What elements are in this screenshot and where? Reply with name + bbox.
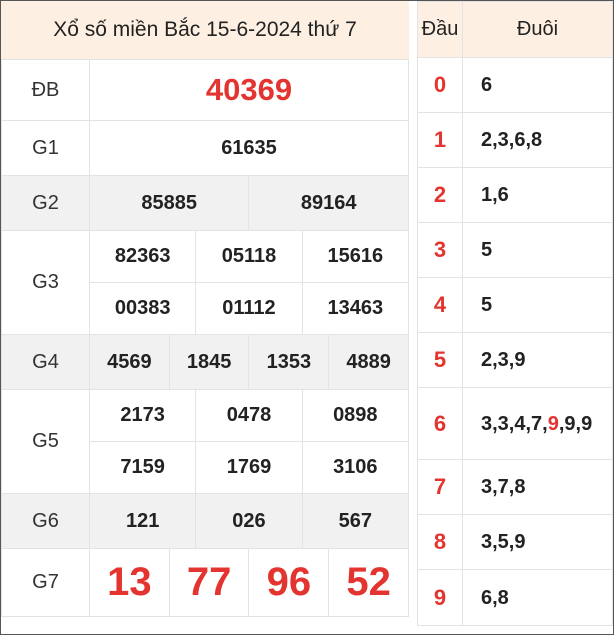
duoi-list: 2,3,9 <box>462 332 613 388</box>
prize-label: G6 <box>1 493 90 549</box>
prize-number: 1769 <box>195 441 303 494</box>
prize-number: 85885 <box>88 175 250 231</box>
dau-digit: 6 <box>417 387 463 460</box>
dau-digit: 3 <box>417 222 463 278</box>
loto-row: 4 5 <box>417 277 613 333</box>
prize-number: 567 <box>301 493 410 549</box>
prize-label: G1 <box>1 120 90 176</box>
duoi-list: 6,8 <box>462 569 613 626</box>
prize-number: 01112 <box>195 282 303 335</box>
duoi-list: 1,6 <box>462 167 613 223</box>
loto-row: 3 5 <box>417 222 613 278</box>
prize-number: 52 <box>328 548 409 617</box>
prize-number: 13463 <box>301 282 410 335</box>
prize-table: ĐB 40369 G1 61635 G2 85885 89164 G3 8236… <box>1 59 410 617</box>
duoi-list: 2,3,6,8 <box>462 112 613 168</box>
prize-label: G3 <box>1 230 90 335</box>
loto-row: 0 6 <box>417 57 613 113</box>
prize-number: 4889 <box>328 334 409 390</box>
dau-digit: 7 <box>417 459 463 515</box>
prize-row-g3: G3 82363 05118 15616 <box>1 230 410 335</box>
prize-label: G4 <box>1 334 90 390</box>
prize-number: 1353 <box>248 334 330 390</box>
duoi-list: 3,3,4,7,9,9,9 <box>462 387 613 460</box>
loto-row: 5 2,3,9 <box>417 332 613 388</box>
dau-digit: 8 <box>417 514 463 570</box>
prize-number: 4569 <box>89 334 170 390</box>
prize-number-special: 40369 <box>89 59 409 121</box>
duoi-list: 6 <box>462 57 613 113</box>
duoi-list: 5 <box>462 277 613 333</box>
prize-number: 89164 <box>248 175 409 231</box>
prize-row-g5: G5 2173 0478 0898 <box>1 389 410 494</box>
prize-row-g6: G6 121 026 567 <box>1 493 410 549</box>
page-title: Xổ số miền Bắc 15-6-2024 thứ 7 <box>1 1 409 59</box>
loto-header-row: Đầu Đuôi <box>417 1 613 58</box>
prize-number: 3106 <box>301 441 410 494</box>
prize-number: 05118 <box>195 230 303 283</box>
prize-number: 026 <box>195 493 303 549</box>
prize-label: G5 <box>1 389 90 494</box>
prize-number: 13 <box>89 548 170 617</box>
duoi-part: 9 <box>581 412 593 435</box>
prize-row-g1: G1 61635 <box>1 120 409 176</box>
loto-row: 8 3,5,9 <box>417 514 613 570</box>
dau-digit: 0 <box>417 57 463 113</box>
dau-digit: 4 <box>417 277 463 333</box>
prize-number: 77 <box>168 548 250 617</box>
prize-board: Xổ số miền Bắc 15-6-2024 thứ 7 ĐB 40369 … <box>1 1 410 617</box>
prize-row-g4: G4 4569 1845 1353 4889 <box>1 334 409 390</box>
dau-digit: 2 <box>417 167 463 223</box>
prize-number: 82363 <box>88 230 197 283</box>
duoi-list: 5 <box>462 222 613 278</box>
prize-number: 00383 <box>88 282 197 335</box>
prize-number: 0478 <box>195 389 303 442</box>
duoi-part: 3,3,4,7, <box>481 412 548 435</box>
prize-number: 15616 <box>301 230 410 283</box>
loto-row: 9 6,8 <box>417 569 613 626</box>
dau-digit: 9 <box>417 569 463 626</box>
prize-number: 0898 <box>301 389 410 442</box>
prize-row-db: ĐB 40369 <box>1 59 409 121</box>
duoi-part: ,9, <box>558 412 582 435</box>
duoi-highlight: 9 <box>547 412 559 435</box>
loto-board: Đầu Đuôi 0 6 1 2,3,6,8 2 1,6 3 5 4 5 5 2… <box>417 1 613 626</box>
dau-digit: 5 <box>417 332 463 388</box>
prize-number: 2173 <box>88 389 197 442</box>
loto-row: 6 3,3,4,7,9,9,9 <box>417 387 613 460</box>
loto-row: 1 2,3,6,8 <box>417 112 613 168</box>
dau-header: Đầu <box>417 1 463 58</box>
duoi-list: 3,7,8 <box>462 459 613 515</box>
prize-row-g2: G2 85885 89164 <box>1 175 409 231</box>
prize-number: 96 <box>248 548 330 617</box>
prize-label: ĐB <box>1 59 90 121</box>
loto-row: 7 3,7,8 <box>417 459 613 515</box>
prize-number: 7159 <box>88 441 197 494</box>
lottery-result-panel: Xổ số miền Bắc 15-6-2024 thứ 7 ĐB 40369 … <box>0 0 614 635</box>
loto-table: Đầu Đuôi 0 6 1 2,3,6,8 2 1,6 3 5 4 5 5 2… <box>417 1 613 626</box>
duoi-header: Đuôi <box>462 1 613 58</box>
prize-row-g7: G7 13 77 96 52 <box>1 548 409 617</box>
dau-digit: 1 <box>417 112 463 168</box>
prize-label: G2 <box>1 175 90 231</box>
prize-number: 121 <box>88 493 197 549</box>
loto-row: 2 1,6 <box>417 167 613 223</box>
duoi-list: 3,5,9 <box>462 514 613 570</box>
prize-number: 1845 <box>168 334 250 390</box>
prize-number: 61635 <box>89 120 409 176</box>
prize-label: G7 <box>1 548 90 617</box>
